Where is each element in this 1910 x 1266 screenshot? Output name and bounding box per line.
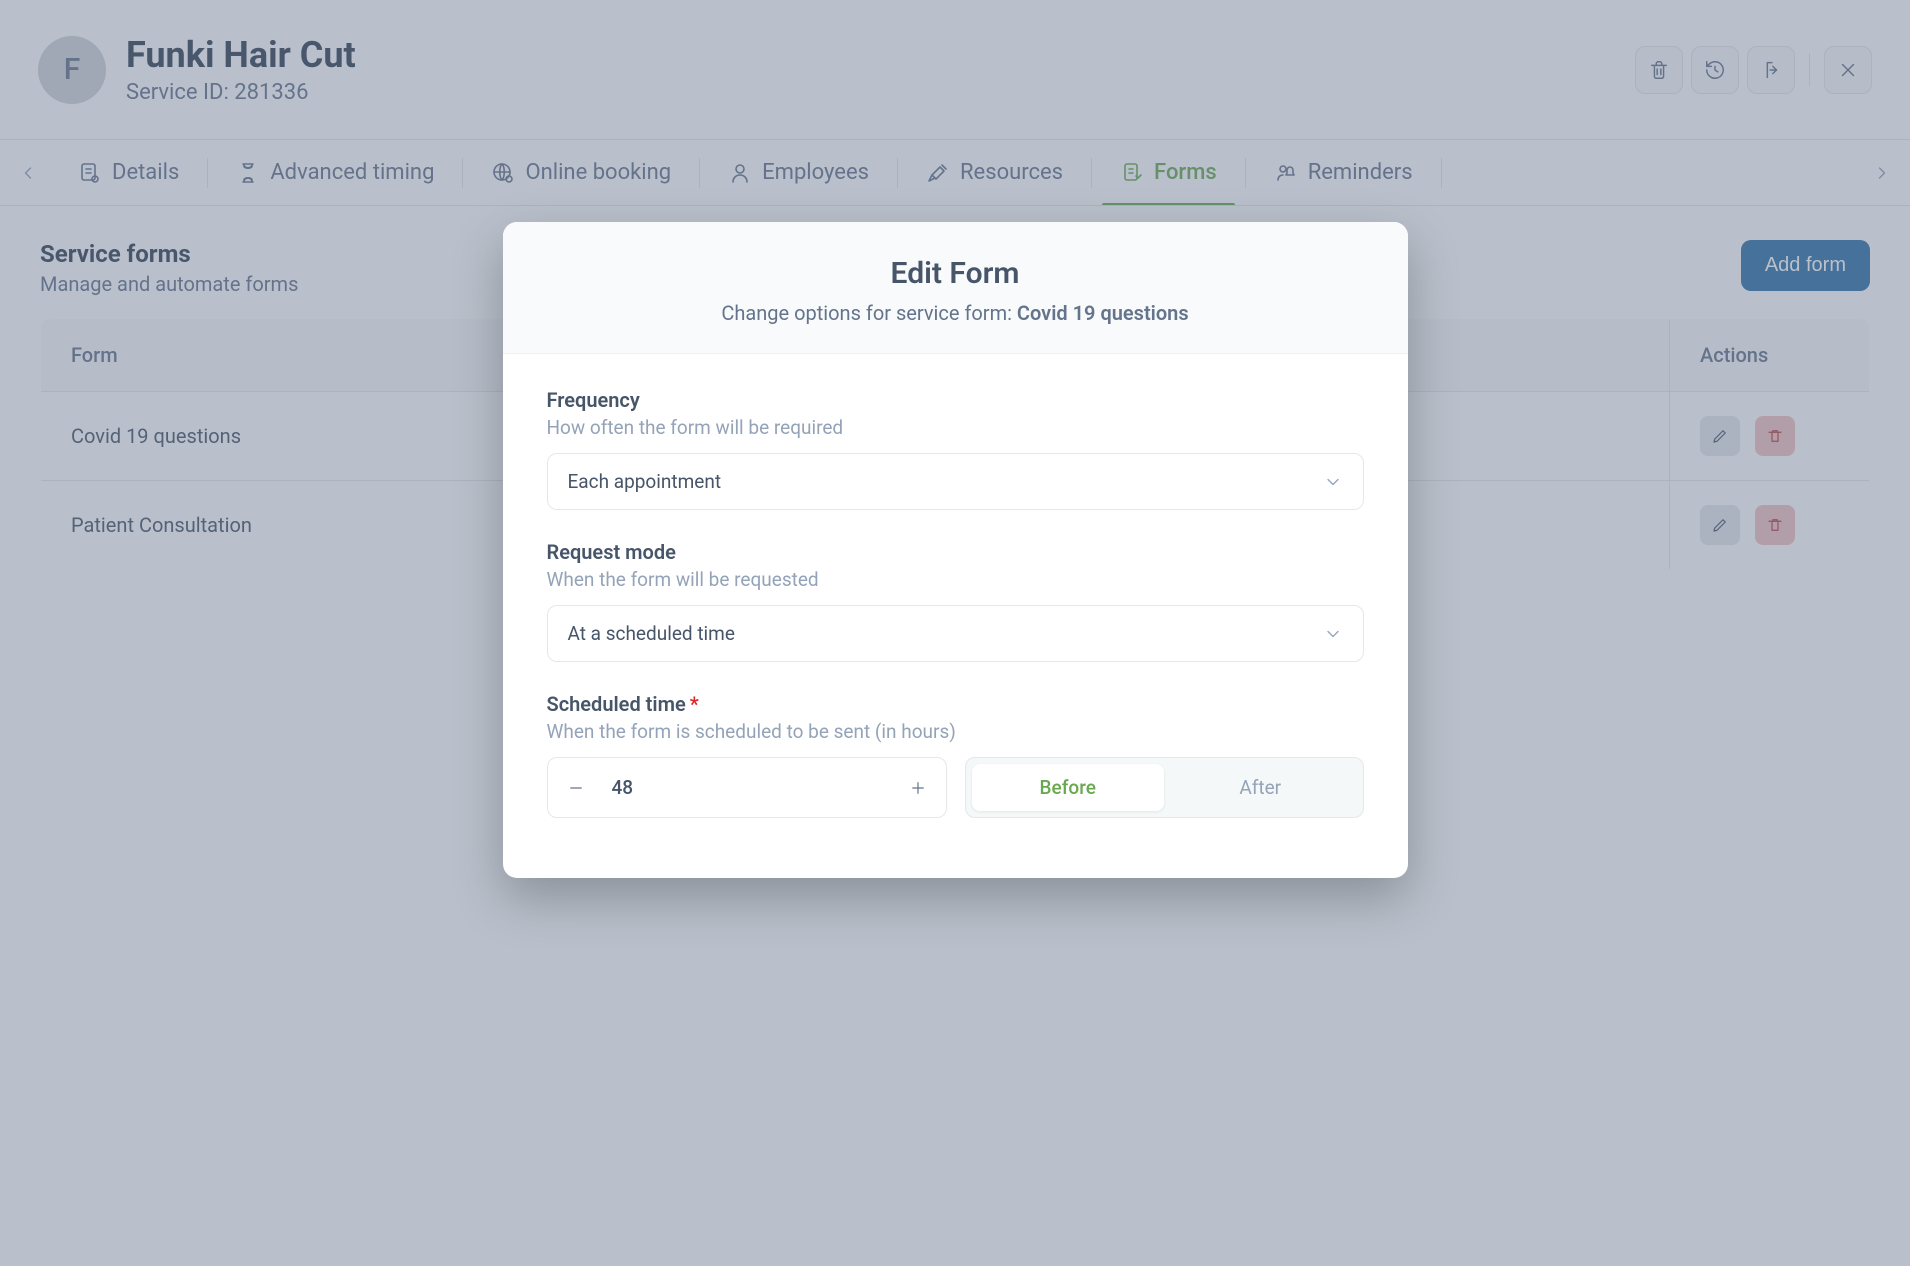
- hours-stepper[interactable]: 48: [547, 757, 947, 818]
- toggle-after[interactable]: After: [1164, 764, 1357, 811]
- request-mode-desc: When the form will be requested: [547, 568, 1364, 591]
- required-star: *: [690, 692, 699, 716]
- scheduled-desc: When the form is scheduled to be sent (i…: [547, 720, 1364, 743]
- request-mode-select[interactable]: At a scheduled time: [547, 605, 1364, 662]
- before-after-toggle[interactable]: Before After: [965, 757, 1364, 818]
- stepper-increment[interactable]: [890, 763, 946, 813]
- request-mode-label: Request mode: [547, 540, 1364, 564]
- stepper-value: 48: [604, 776, 634, 799]
- select-value: Each appointment: [568, 470, 722, 493]
- chevron-down-icon: [1323, 472, 1343, 492]
- edit-form-modal: Edit Form Change options for service for…: [503, 222, 1408, 878]
- stepper-decrement[interactable]: [548, 763, 604, 813]
- frequency-select[interactable]: Each appointment: [547, 453, 1364, 510]
- toggle-before[interactable]: Before: [972, 764, 1165, 811]
- modal-overlay[interactable]: Edit Form Change options for service for…: [0, 0, 1910, 1266]
- minus-icon: [567, 779, 585, 797]
- plus-icon: [909, 779, 927, 797]
- frequency-desc: How often the form will be required: [547, 416, 1364, 439]
- frequency-label: Frequency: [547, 388, 1364, 412]
- modal-title: Edit Form: [533, 256, 1378, 291]
- modal-subtitle: Change options for service form: Covid 1…: [533, 301, 1378, 325]
- scheduled-label: Scheduled time*: [547, 692, 1364, 716]
- select-value: At a scheduled time: [568, 622, 735, 645]
- chevron-down-icon: [1323, 624, 1343, 644]
